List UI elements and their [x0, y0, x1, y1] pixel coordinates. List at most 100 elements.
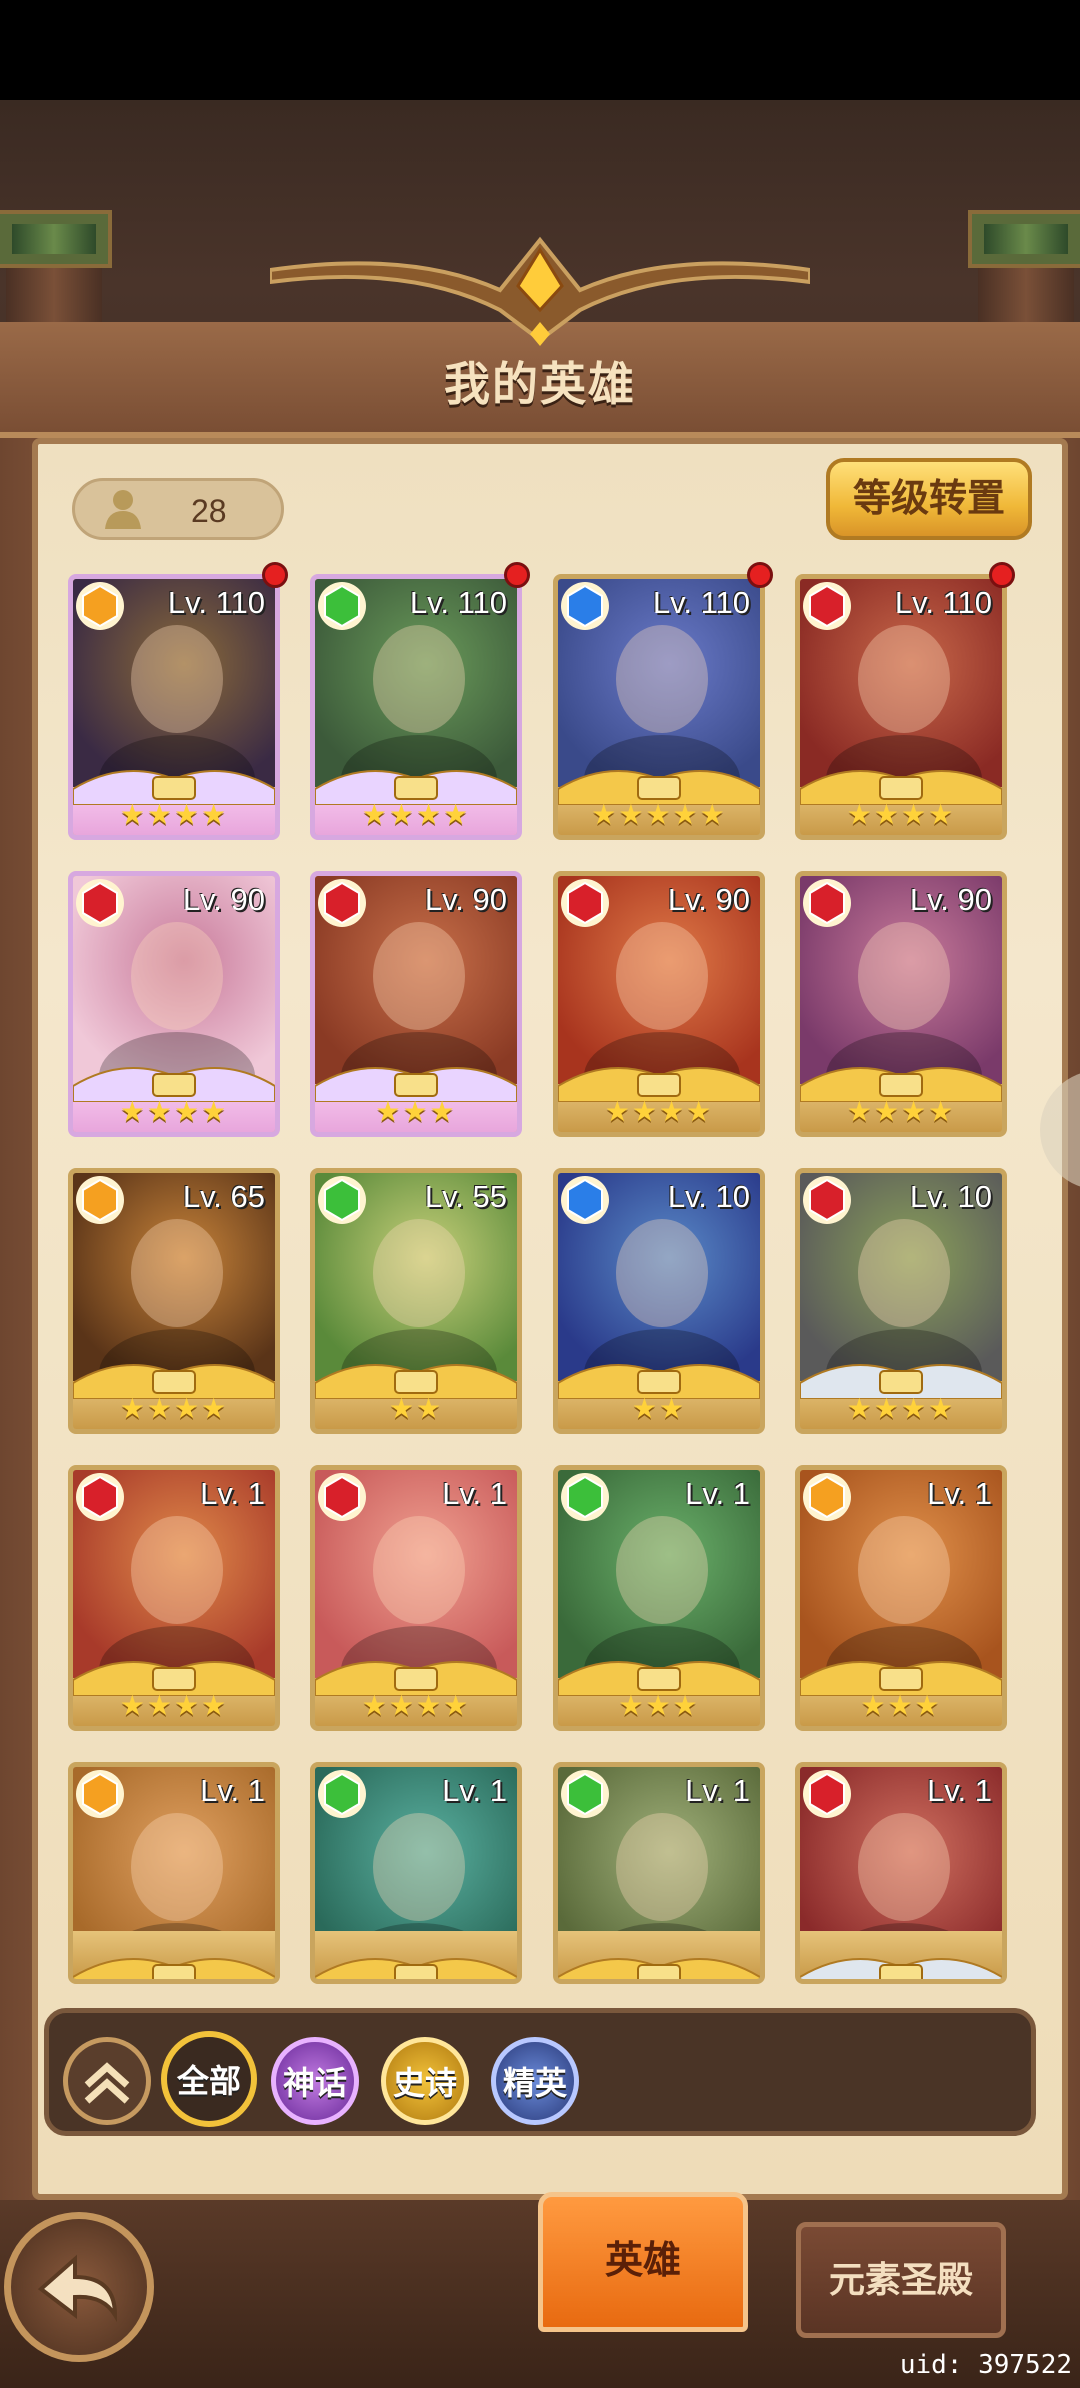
- hero-level: Lv. 65: [182, 1179, 265, 1214]
- level-reset-button[interactable]: 等级转置: [826, 458, 1032, 540]
- hero-count-badge: 28: [72, 478, 284, 540]
- hero-stars: ★★★★: [846, 1393, 956, 1424]
- hero-card[interactable]: Lv. 1 ★★★★: [68, 1465, 280, 1731]
- hero-level: Lv. 1: [685, 1476, 750, 1511]
- hero-level: Lv. 110: [167, 585, 265, 620]
- nature-element-icon: [318, 1176, 366, 1224]
- red-element-icon: [803, 1176, 851, 1224]
- hero-stars: ★★★★: [119, 1690, 229, 1721]
- red-element-icon: [318, 879, 366, 927]
- hero-card[interactable]: Lv. 110 ★★★★: [795, 574, 1007, 840]
- hero-card[interactable]: Lv. 90 ★★★★: [553, 871, 765, 1137]
- hero-card[interactable]: Lv. 10 ★★★★: [795, 1168, 1007, 1434]
- hero-stars: ★★★★: [119, 799, 229, 830]
- filter-epic-button[interactable]: 史诗: [381, 2037, 469, 2125]
- hero-level: Lv. 90: [424, 882, 507, 917]
- fire-element-icon: [76, 1770, 124, 1818]
- crest-ornament-icon: [270, 236, 810, 346]
- red-element-icon: [803, 1770, 851, 1818]
- notification-dot: [747, 562, 773, 588]
- hero-card[interactable]: Lv. 55 ★★: [310, 1168, 522, 1434]
- hero-card[interactable]: Lv. 1: [68, 1762, 280, 1984]
- hero-card[interactable]: Lv. 10 ★★: [553, 1168, 765, 1434]
- nature-element-icon: [561, 1473, 609, 1521]
- hero-stars: ★★★★: [846, 799, 956, 830]
- nature-element-icon: [318, 1770, 366, 1818]
- filter-all-button[interactable]: 全部: [161, 2031, 257, 2127]
- double-chevron-up-icon: [84, 2062, 130, 2104]
- ribbon-emblem-icon: [315, 1958, 517, 1979]
- hero-card[interactable]: Lv. 1: [553, 1762, 765, 1984]
- rarity-filter-bar: 全部 神话 史诗 精英: [44, 2008, 1036, 2136]
- filter-mythic-button[interactable]: 神话: [271, 2037, 359, 2125]
- red-element-icon: [561, 879, 609, 927]
- person-icon: [105, 490, 141, 529]
- ribbon-emblem-icon: [800, 1958, 1002, 1979]
- filter-elite-button[interactable]: 精英: [491, 2037, 579, 2125]
- hero-stars: ★★★★★: [591, 799, 727, 830]
- notification-dot: [262, 562, 288, 588]
- notification-dot: [989, 562, 1015, 588]
- nature-element-icon: [318, 582, 366, 630]
- hero-level: Lv. 110: [652, 585, 750, 620]
- page-title: 我的英雄: [444, 358, 636, 410]
- hero-card[interactable]: Lv. 1: [310, 1762, 522, 1984]
- hero-level: Lv. 1: [442, 1476, 507, 1511]
- hero-stars: ★★: [388, 1393, 444, 1424]
- red-element-icon: [803, 879, 851, 927]
- hero-level: Lv. 1: [200, 1773, 265, 1808]
- water-element-icon: [561, 1176, 609, 1224]
- back-button[interactable]: [4, 2212, 154, 2362]
- left-pillar-decoration: [0, 210, 112, 328]
- hero-stars: ★★: [631, 1393, 687, 1424]
- hero-card[interactable]: Lv. 110 ★★★★: [68, 574, 280, 840]
- hero-level: Lv. 1: [442, 1773, 507, 1808]
- red-element-icon: [318, 1473, 366, 1521]
- hero-stars: ★★★: [860, 1690, 942, 1721]
- ribbon-emblem-icon: [73, 1958, 275, 1979]
- hero-stars: ★★★★: [361, 799, 471, 830]
- hero-card[interactable]: Lv. 110 ★★★★★: [553, 574, 765, 840]
- red-element-icon: [76, 879, 124, 927]
- fire-element-icon: [803, 1473, 851, 1521]
- hero-stars: ★★★: [375, 1096, 457, 1127]
- hero-level: Lv. 1: [685, 1773, 750, 1808]
- hero-level: Lv. 110: [894, 585, 992, 620]
- status-bar: [0, 0, 1080, 100]
- water-element-icon: [561, 582, 609, 630]
- hero-level: Lv. 90: [667, 882, 750, 917]
- hero-card[interactable]: Lv. 1 ★★★★: [310, 1465, 522, 1731]
- notification-dot: [504, 562, 530, 588]
- ribbon-emblem-icon: [558, 1958, 760, 1979]
- tab-heroes[interactable]: 英雄: [538, 2192, 748, 2332]
- hero-level: Lv. 110: [409, 585, 507, 620]
- collapse-up-button[interactable]: [63, 2037, 151, 2125]
- hero-level: Lv. 90: [182, 882, 265, 917]
- hero-level: Lv. 10: [667, 1179, 750, 1214]
- hero-stars: ★★★★: [119, 1393, 229, 1424]
- right-pillar-decoration: [968, 210, 1080, 328]
- hero-card[interactable]: Lv. 110 ★★★★: [310, 574, 522, 840]
- hero-count-value: 28: [191, 493, 227, 529]
- hero-level: Lv. 1: [927, 1773, 992, 1808]
- hero-stars: ★★★: [618, 1690, 700, 1721]
- fire-element-icon: [76, 582, 124, 630]
- hero-card[interactable]: Lv. 1 ★★★: [795, 1465, 1007, 1731]
- hero-level: Lv. 1: [927, 1476, 992, 1511]
- back-arrow-icon: [37, 2254, 118, 2323]
- tab-element-temple[interactable]: 元素圣殿: [796, 2222, 1006, 2338]
- red-element-icon: [803, 582, 851, 630]
- hero-card[interactable]: Lv. 90 ★★★: [310, 871, 522, 1137]
- nature-element-icon: [561, 1770, 609, 1818]
- hero-stars: ★★★★: [604, 1096, 714, 1127]
- hero-card[interactable]: Lv. 90 ★★★★: [795, 871, 1007, 1137]
- hero-card[interactable]: Lv. 1 ★★★: [553, 1465, 765, 1731]
- hero-card[interactable]: Lv. 65 ★★★★: [68, 1168, 280, 1434]
- hero-level: Lv. 90: [909, 882, 992, 917]
- user-id-label: uid: 397522: [899, 2350, 1072, 2380]
- hero-card[interactable]: Lv. 90 ★★★★: [68, 871, 280, 1137]
- hero-card[interactable]: Lv. 1: [795, 1762, 1007, 1984]
- fire-element-icon: [76, 1176, 124, 1224]
- hero-level: Lv. 1: [200, 1476, 265, 1511]
- hero-level: Lv. 55: [424, 1179, 507, 1214]
